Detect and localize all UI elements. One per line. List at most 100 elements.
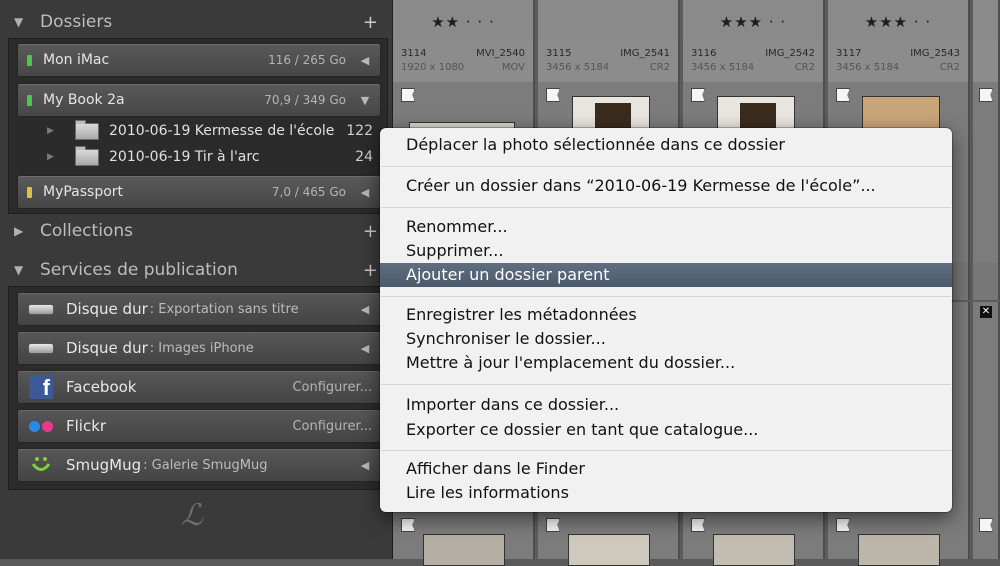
menu-item-synchronize-folder[interactable]: Synchroniser le dossier... xyxy=(380,327,952,351)
cell-number: 3115 xyxy=(546,48,572,59)
flag-icon[interactable] xyxy=(836,518,850,532)
folders-section-title: Dossiers xyxy=(40,12,113,32)
cell-body xyxy=(973,82,998,262)
grid-cell[interactable] xyxy=(973,0,1000,300)
service-name: Flickr xyxy=(66,417,107,435)
menu-separator xyxy=(381,166,951,167)
menu-item-save-metadata[interactable]: Enregistrer les métadonnées xyxy=(380,303,952,327)
flag-icon[interactable] xyxy=(979,518,993,532)
facebook-icon: f xyxy=(29,375,53,399)
cell-filename: IMG_2542 xyxy=(765,48,815,59)
collapse-arrow-icon[interactable]: ◀ xyxy=(356,54,374,67)
publish-section-header[interactable]: ▼ Services de publication + xyxy=(0,254,392,286)
add-collection-icon[interactable]: + xyxy=(363,221,378,242)
disclosure-triangle-icon[interactable]: ▼ xyxy=(14,263,28,277)
flag-icon[interactable] xyxy=(979,88,993,102)
service-flickr[interactable]: Flickr Configurer... xyxy=(17,409,381,443)
cell-dimensions: 3456 x 5184 xyxy=(691,62,755,73)
folders-section-header[interactable]: ▼ Dossiers + xyxy=(0,6,392,38)
menu-item-delete[interactable]: Supprimer... xyxy=(380,239,952,263)
flag-icon[interactable] xyxy=(546,88,560,102)
volume-mypassport[interactable]: MyPassport 7,0 / 465 Go ◀ xyxy=(17,175,381,209)
service-name: Disque dur xyxy=(66,300,148,318)
collapse-arrow-icon[interactable]: ◀ xyxy=(356,186,374,199)
menu-item-add-parent-folder[interactable]: Ajouter un dossier parent xyxy=(380,263,952,287)
add-publish-service-icon[interactable]: + xyxy=(363,260,378,281)
folder-disclosure-icon[interactable]: ▶ xyxy=(47,126,61,136)
volume-my-book[interactable]: My Book 2a 70,9 / 349 Go ▼ xyxy=(17,83,381,117)
menu-item-move-photo[interactable]: Déplacer la photo sélectionnée dans ce d… xyxy=(380,133,952,157)
disclosure-triangle-icon[interactable]: ▼ xyxy=(14,15,28,29)
menu-item-export-as-catalog[interactable]: Exporter ce dossier en tant que catalogu… xyxy=(380,418,952,442)
menu-item-get-info[interactable]: Lire les informations xyxy=(380,481,952,505)
folder-name: 2010-06-19 Tir à l'arc xyxy=(109,149,260,165)
lightroom-logo-icon: ℒ xyxy=(181,498,203,533)
collapse-arrow-icon[interactable]: ◀ xyxy=(356,342,374,355)
photo-thumbnail[interactable] xyxy=(568,534,650,566)
menu-item-import-into-folder[interactable]: Importer dans ce dossier... xyxy=(380,393,952,417)
menu-item-create-folder[interactable]: Créer un dossier dans “2010-06-19 Kermes… xyxy=(380,174,952,198)
menu-separator xyxy=(381,384,951,385)
flag-icon[interactable] xyxy=(401,88,415,102)
folder-count: 24 xyxy=(355,149,373,165)
rating-stars[interactable]: ★★★ · · xyxy=(828,0,968,40)
flickr-icon xyxy=(29,420,53,432)
collapse-arrow-icon[interactable]: ◀ xyxy=(356,459,374,472)
expand-arrow-icon[interactable]: ▼ xyxy=(356,94,374,107)
folder-name: 2010-06-19 Kermesse de l'école xyxy=(109,123,335,139)
configure-link[interactable]: Configurer... xyxy=(292,419,372,434)
cell-filename: IMG_2543 xyxy=(910,48,960,59)
service-smugmug[interactable]: SmugMug : Galerie SmugMug ◀ xyxy=(17,448,381,482)
rating-stars[interactable]: ★★★ · · xyxy=(683,0,823,40)
service-hard-drive-export[interactable]: Disque dur : Exportation sans titre ◀ xyxy=(17,292,381,326)
configure-link[interactable]: Configurer... xyxy=(292,380,372,395)
service-facebook[interactable]: f Facebook Configurer... xyxy=(17,370,381,404)
disclosure-triangle-icon[interactable]: ▶ xyxy=(14,224,28,238)
volume-status-led xyxy=(27,94,32,106)
menu-separator xyxy=(381,207,951,208)
folder-icon xyxy=(75,119,99,140)
service-hard-drive-iphone[interactable]: Disque dur : Images iPhone ◀ xyxy=(17,331,381,365)
collapse-arrow-icon[interactable]: ◀ xyxy=(356,303,374,316)
flag-icon[interactable] xyxy=(836,88,850,102)
rating-stars[interactable]: ★★ · · · xyxy=(393,0,533,40)
cell-metadata: 3117 IMG_2543 3456 x 5184 CR2 xyxy=(828,40,968,82)
folder-icon xyxy=(75,145,99,166)
rating-stars[interactable] xyxy=(538,0,678,40)
menu-item-show-in-finder[interactable]: Afficher dans le Finder xyxy=(380,457,952,481)
cell-filename: IMG_2541 xyxy=(620,48,670,59)
folder-disclosure-icon[interactable]: ▶ xyxy=(47,152,61,162)
cell-metadata xyxy=(973,40,998,82)
photo-thumbnail[interactable] xyxy=(423,534,505,566)
volume-size: 116 / 265 Go xyxy=(268,53,346,67)
photo-thumbnail[interactable] xyxy=(713,534,795,566)
cell-dimensions: 3456 x 5184 xyxy=(836,62,900,73)
flag-icon[interactable] xyxy=(691,518,705,532)
volume-mon-imac[interactable]: Mon iMac 116 / 265 Go ◀ xyxy=(17,43,381,77)
service-subtitle: : Galerie SmugMug xyxy=(143,457,268,473)
add-folder-icon[interactable]: + xyxy=(363,12,378,33)
service-name: Disque dur xyxy=(66,339,148,357)
flag-icon[interactable] xyxy=(691,88,705,102)
grid-cell[interactable]: ✕ xyxy=(973,302,1000,559)
menu-item-rename[interactable]: Renommer... xyxy=(380,215,952,239)
hard-drive-icon xyxy=(28,342,54,354)
flag-icon[interactable] xyxy=(546,518,560,532)
collections-section-header[interactable]: ▶ Collections + xyxy=(0,215,392,247)
cell-metadata: 3115 IMG_2541 3456 x 5184 CR2 xyxy=(538,40,678,82)
cell-metadata: 3114 MVI_2540 1920 x 1080 MOV xyxy=(393,40,533,82)
folder-kermesse[interactable]: ▶ 2010-06-19 Kermesse de l'école 122 xyxy=(17,118,379,144)
rating-stars[interactable] xyxy=(973,0,998,40)
volume-status-led xyxy=(27,54,32,66)
service-subtitle: : Images iPhone xyxy=(149,340,254,356)
cell-metadata: 3116 IMG_2542 3456 x 5184 CR2 xyxy=(683,40,823,82)
menu-item-update-folder-location[interactable]: Mettre à jour l'emplacement du dossier..… xyxy=(380,351,952,375)
volume-size: 7,0 / 465 Go xyxy=(271,185,346,199)
collections-section-title: Collections xyxy=(40,221,133,241)
close-icon[interactable]: ✕ xyxy=(980,306,992,318)
folder-tir-a-larc[interactable]: ▶ 2010-06-19 Tir à l'arc 24 xyxy=(17,144,379,170)
volume-size: 70,9 / 349 Go xyxy=(264,93,346,107)
photo-thumbnail[interactable] xyxy=(858,534,940,566)
cell-number: 3117 xyxy=(836,48,862,59)
flag-icon[interactable] xyxy=(401,518,415,532)
